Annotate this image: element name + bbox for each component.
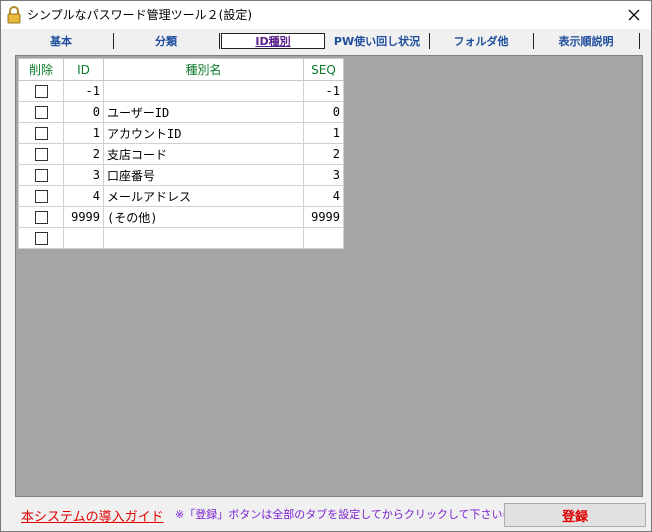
delete-checkbox[interactable]: [34, 211, 48, 224]
delete-checkbox[interactable]: [34, 169, 48, 182]
seq-cell[interactable]: -1: [303, 80, 344, 102]
register-instruction-note: ※「登録」ボタンは全部のタブを設定してからクリックして下さい⇒: [175, 508, 512, 521]
id-type-table: 削除 ID 種別名 SEQ -1 -1 0 ユーザーID 0 1 アカウントID…: [18, 58, 344, 249]
lock-icon: [7, 6, 21, 24]
seq-cell[interactable]: 1: [303, 122, 344, 144]
register-button[interactable]: 登録: [504, 503, 646, 527]
table-row[interactable]: 0 ユーザーID 0: [18, 101, 344, 123]
tab-strip: 基本 分類 ID種別 PW使い回し状況 フォルダ他 表示順説明: [9, 33, 641, 50]
delete-checkbox[interactable]: [34, 106, 48, 119]
table-row[interactable]: 4 メールアドレス 4: [18, 185, 344, 207]
table-row[interactable]: 1 アカウントID 1: [18, 122, 344, 144]
close-button[interactable]: [617, 1, 651, 29]
seq-cell[interactable]: [303, 227, 344, 249]
table-row[interactable]: 9999 (その他) 9999: [18, 206, 344, 228]
close-icon: [628, 9, 640, 21]
setup-guide-link[interactable]: 本システムの導入ガイド: [21, 506, 164, 525]
seq-cell[interactable]: 4: [303, 185, 344, 207]
tab-display-order[interactable]: 表示順説明: [533, 33, 640, 49]
delete-checkbox[interactable]: [34, 232, 48, 245]
header-seq[interactable]: SEQ: [303, 58, 344, 81]
type-name-cell[interactable]: 支店コード: [103, 143, 304, 165]
header-id[interactable]: ID: [63, 58, 104, 81]
delete-checkbox[interactable]: [34, 148, 48, 161]
id-cell[interactable]: 9999: [63, 206, 104, 228]
app-window: シンプルなパスワード管理ツール２(設定) 基本 分類 ID種別 PW使い回し状況…: [0, 0, 652, 532]
id-cell[interactable]: 4: [63, 185, 104, 207]
seq-cell[interactable]: 9999: [303, 206, 344, 228]
seq-cell[interactable]: 3: [303, 164, 344, 186]
header-delete[interactable]: 削除: [18, 58, 64, 81]
header-type-name[interactable]: 種別名: [103, 58, 304, 81]
id-cell[interactable]: 3: [63, 164, 104, 186]
type-name-cell[interactable]: (その他): [103, 206, 304, 228]
title-bar: シンプルなパスワード管理ツール２(設定): [1, 1, 651, 29]
type-name-cell[interactable]: [103, 80, 304, 102]
type-name-cell[interactable]: メールアドレス: [103, 185, 304, 207]
table-header-row: 削除 ID 種別名 SEQ: [18, 58, 344, 81]
table-row[interactable]: -1 -1: [18, 80, 344, 102]
seq-cell[interactable]: 2: [303, 143, 344, 165]
type-name-cell[interactable]: ユーザーID: [103, 101, 304, 123]
id-cell[interactable]: [63, 227, 104, 249]
id-cell[interactable]: 0: [63, 101, 104, 123]
type-name-cell[interactable]: アカウントID: [103, 122, 304, 144]
id-cell[interactable]: -1: [63, 80, 104, 102]
delete-checkbox[interactable]: [34, 127, 48, 140]
window-title: シンプルなパスワード管理ツール２(設定): [27, 8, 253, 22]
tab-category[interactable]: 分類: [113, 33, 220, 49]
type-name-cell[interactable]: [103, 227, 304, 249]
id-cell[interactable]: 2: [63, 143, 104, 165]
table-row[interactable]: 2 支店コード 2: [18, 143, 344, 165]
type-name-cell[interactable]: 口座番号: [103, 164, 304, 186]
tab-id-type[interactable]: ID種別: [221, 33, 325, 49]
seq-cell[interactable]: 0: [303, 101, 344, 123]
id-cell[interactable]: 1: [63, 122, 104, 144]
delete-checkbox[interactable]: [34, 190, 48, 203]
tab-pw-reuse[interactable]: PW使い回し状況: [325, 33, 430, 49]
delete-checkbox[interactable]: [34, 85, 48, 98]
tab-basic[interactable]: 基本: [9, 33, 114, 49]
table-row-new[interactable]: [18, 227, 344, 249]
table-row[interactable]: 3 口座番号 3: [18, 164, 344, 186]
grid-panel: 削除 ID 種別名 SEQ -1 -1 0 ユーザーID 0 1 アカウントID…: [15, 55, 643, 497]
tab-folder[interactable]: フォルダ他: [429, 33, 534, 49]
